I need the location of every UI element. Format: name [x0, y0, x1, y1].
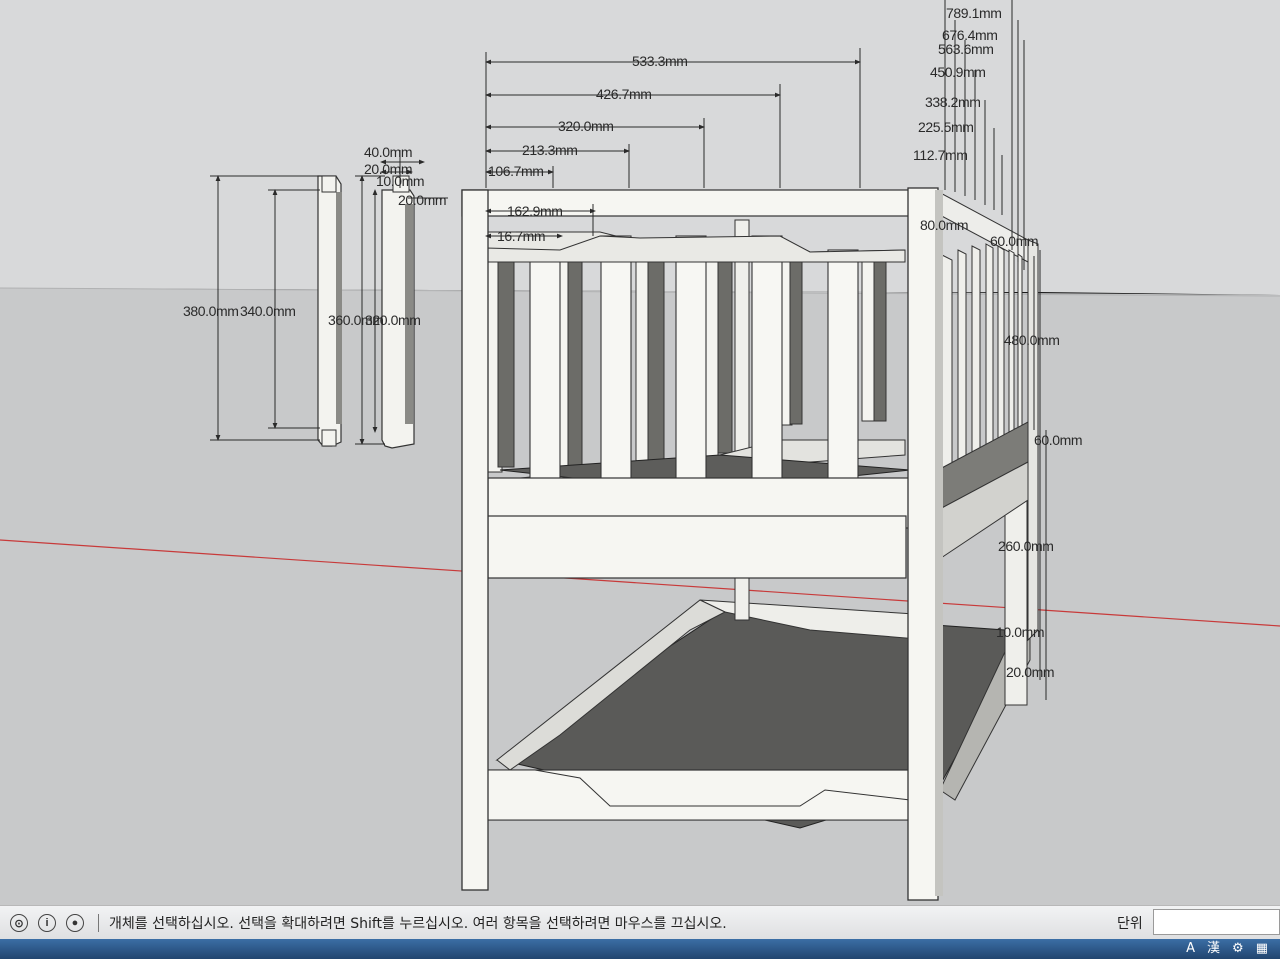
dim-label-top-5: 106.7mm	[488, 163, 544, 179]
tray-settings-icon[interactable]: ⚙	[1232, 939, 1244, 959]
dim-label-front-2: 16.7mm	[497, 228, 545, 244]
dim-label-right-1: 80.0mm	[920, 217, 968, 233]
dim-label-small-1: 40.0mm	[364, 144, 412, 160]
dim-label-side-6: 225.5mm	[918, 119, 974, 135]
dim-label-height-4: 320.0mm	[365, 312, 421, 328]
measurements-input[interactable]	[1153, 909, 1280, 935]
status-divider	[98, 914, 99, 932]
dim-label-right-6: 10.0mm	[996, 624, 1044, 640]
tray-network-icon[interactable]: ▦	[1256, 939, 1268, 959]
dim-label-side-7: 112.7mm	[913, 147, 968, 163]
dim-label-right-7: 20.0mm	[1006, 664, 1054, 680]
corner-post-front-right[interactable]	[907, 187, 939, 901]
measurements-box: 단위	[1105, 906, 1280, 940]
corner-post-right-shadow	[935, 190, 943, 896]
user-account-icon[interactable]: ●	[66, 914, 84, 932]
dim-label-right-2: 60.0mm	[990, 233, 1038, 249]
dim-label-right-3: 480.0mm	[1004, 332, 1060, 348]
post-part-1-tenon-top	[321, 175, 337, 193]
dim-label-side-5: 338.2mm	[925, 94, 981, 110]
dim-label-right-4: 60.0mm	[1034, 432, 1082, 448]
dim-label-front-1: 162.9mm	[507, 203, 563, 219]
dim-label-height-2: 340.0mm	[240, 303, 296, 319]
dim-label-side-4: 450.9mm	[930, 64, 986, 80]
dim-label-top-1: 533.3mm	[632, 53, 688, 69]
dim-label-small-3: 10.0mm	[376, 173, 424, 189]
dim-label-height-1: 380.0mm	[183, 303, 239, 319]
dim-label-right-5: 260.0mm	[998, 538, 1054, 554]
post-part-1-tenon-bottom	[321, 429, 337, 447]
post-part-1-shadow	[336, 192, 342, 424]
dim-label-side-3: 563.6mm	[938, 41, 994, 57]
sketchup-viewport[interactable]: 533.3mm 426.7mm 320.0mm 213.3mm 106.7mm …	[0, 0, 1280, 905]
status-bar: ⊙ i ● 개체를 선택하십시오. 선택을 확대하려면 Shift를 누르십시오…	[0, 905, 1280, 940]
info-icon[interactable]: i	[38, 914, 56, 932]
units-label: 단위	[1117, 916, 1143, 932]
ime-mode-a[interactable]: A	[1186, 939, 1195, 959]
front-mid-rail[interactable]	[487, 515, 907, 579]
dim-label-small-4: 20.0mm	[398, 192, 446, 208]
corner-post-front-left[interactable]	[461, 189, 489, 891]
dim-label-side-1: 789.1mm	[946, 5, 1002, 21]
geo-location-icon[interactable]: ⊙	[10, 914, 28, 932]
status-message: 개체를 선택하십시오. 선택을 확대하려면 Shift를 누르십시오. 여러 항…	[109, 916, 727, 932]
windows-taskbar: A 漢 ⚙ ▦	[0, 939, 1280, 959]
dim-label-top-2: 426.7mm	[596, 86, 652, 102]
model-canvas[interactable]: 533.3mm 426.7mm 320.0mm 213.3mm 106.7mm …	[0, 0, 1280, 905]
ime-mode-hanja[interactable]: 漢	[1207, 939, 1220, 959]
dim-label-top-4: 213.3mm	[522, 142, 578, 158]
dim-label-top-3: 320.0mm	[558, 118, 614, 134]
